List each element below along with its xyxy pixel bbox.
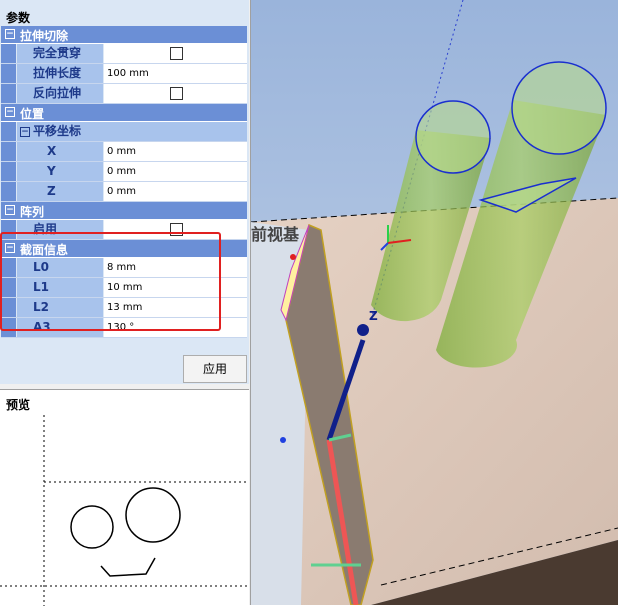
3d-viewport[interactable]: 前视基 Z (251, 0, 618, 605)
preview-canvas (0, 415, 249, 606)
extrude-length-field[interactable]: 100 mm (104, 64, 247, 83)
property-row[interactable]: X 0 mm (1, 142, 247, 162)
reverse-extrude-checkbox[interactable] (170, 87, 183, 100)
property-name: Z (17, 182, 103, 201)
property-row[interactable]: 反向拉伸 (1, 84, 247, 104)
property-row[interactable]: 拉伸长度 100 mm (1, 64, 247, 84)
category-position[interactable]: − 位置 (1, 104, 247, 122)
category-extrude-cut[interactable]: − 拉伸切除 (1, 26, 247, 44)
property-name: − 平移坐标 (17, 122, 247, 141)
category-array[interactable]: − 阵列 (1, 202, 247, 220)
property-row[interactable]: Y 0 mm (1, 162, 247, 182)
collapse-icon[interactable]: − (5, 205, 15, 215)
collapse-icon[interactable]: − (5, 29, 15, 39)
property-name: 完全贯穿 (17, 44, 103, 63)
collapse-icon[interactable]: − (5, 107, 15, 117)
subcategory-translation[interactable]: − 平移坐标 (1, 122, 247, 142)
property-name: Y (17, 162, 103, 181)
apply-button[interactable]: 应用 (183, 355, 247, 383)
section-circle-small (70, 505, 114, 549)
section-polyline (100, 557, 156, 577)
collapse-icon[interactable]: − (20, 127, 30, 137)
through-all-checkbox[interactable] (170, 47, 183, 60)
property-name: 反向拉伸 (17, 84, 103, 103)
property-row[interactable]: 完全贯穿 (1, 44, 247, 64)
viewport-label: 前视基 (251, 225, 300, 244)
property-value[interactable] (104, 44, 247, 63)
property-name: 拉伸长度 (17, 64, 103, 83)
y-field[interactable]: 0 mm (104, 162, 247, 181)
x-field[interactable]: 0 mm (104, 142, 247, 161)
z-axis-handle[interactable] (357, 324, 369, 336)
panel-title: 参数 (6, 11, 31, 25)
preview-panel (0, 389, 249, 606)
z-field[interactable]: 0 mm (104, 182, 247, 201)
property-name: X (17, 142, 103, 161)
left-panel: 参数 − 拉伸切除 完全贯穿 拉伸长度 100 mm 反向拉伸 − 位置 − 平… (0, 0, 251, 606)
property-value[interactable] (104, 84, 247, 103)
highlight-box (0, 232, 221, 331)
parameter-panel: 参数 − 拉伸切除 完全贯穿 拉伸长度 100 mm 反向拉伸 − 位置 − 平… (0, 0, 249, 384)
section-circle-large (125, 487, 181, 543)
property-row[interactable]: Z 0 mm (1, 182, 247, 202)
preview-title: 预览 (6, 398, 31, 412)
3d-scene[interactable]: 前视基 Z (251, 0, 618, 605)
